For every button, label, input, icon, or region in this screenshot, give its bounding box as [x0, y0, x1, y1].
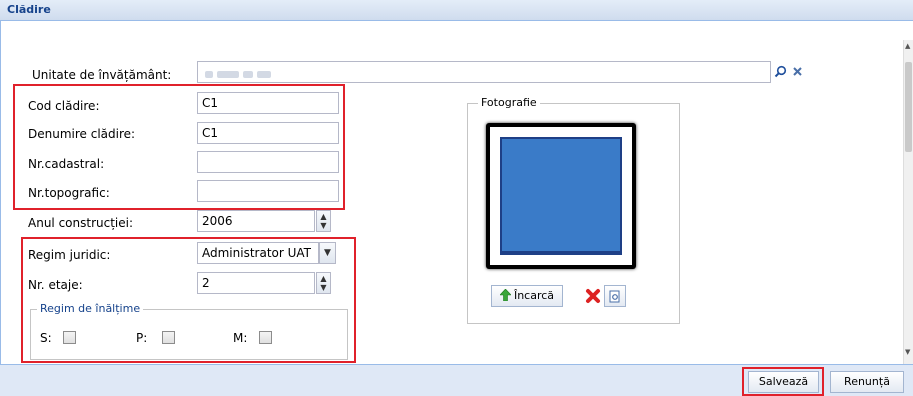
denumire-label: Denumire clădire: [28, 127, 136, 141]
delete-photo-button[interactable] [582, 285, 604, 307]
p-checkbox[interactable] [162, 331, 175, 344]
inaltime-legend: Regim de înălțime [37, 302, 144, 315]
etaje-input[interactable]: 2 [197, 272, 315, 294]
scroll-thumb[interactable] [905, 62, 912, 152]
etaje-label: Nr. etaje: [28, 278, 83, 292]
scroll-up-icon[interactable]: ▲ [905, 42, 910, 50]
topografic-label: Nr.topografic: [28, 186, 110, 200]
search-icon [774, 65, 787, 78]
m-label: M: [233, 331, 248, 345]
save-button[interactable]: Salvează [748, 371, 819, 393]
denumire-input[interactable]: C1 [197, 122, 339, 144]
etaje-spinner[interactable]: ▲ ▼ [316, 272, 331, 294]
regim-label: Regim juridic: [28, 248, 111, 262]
regim-select[interactable]: Administrator UAT [197, 242, 319, 264]
s-label: S: [40, 331, 52, 345]
cadastral-input[interactable] [197, 151, 339, 173]
unitate-search-button[interactable] [772, 61, 789, 83]
topografic-input[interactable] [197, 180, 339, 202]
cod-label: Cod clădire: [28, 99, 100, 113]
anul-label: Anul construcției: [28, 216, 134, 230]
unitate-value-blurred [205, 67, 290, 78]
upload-arrow-icon [499, 288, 512, 302]
s-checkbox[interactable] [63, 331, 76, 344]
scroll-down-icon[interactable]: ▼ [905, 348, 910, 356]
inaltime-fieldset [30, 309, 348, 360]
anul-spinner[interactable]: ▲ ▼ [316, 210, 331, 232]
cadastral-label: Nr.cadastral: [28, 157, 105, 171]
window-title: Clădire [7, 3, 51, 16]
unitate-clear-button[interactable] [790, 61, 804, 83]
preview-icon [609, 290, 620, 303]
cod-input[interactable]: C1 [197, 92, 339, 114]
photo-preview [486, 123, 636, 269]
regim-dropdown-button[interactable]: ▼ [319, 242, 336, 264]
m-checkbox[interactable] [259, 331, 272, 344]
upload-label: Încarcă [513, 289, 555, 302]
window-titlebar: Clădire [0, 0, 913, 21]
delete-icon [586, 289, 600, 303]
p-label: P: [136, 331, 148, 345]
vertical-scrollbar[interactable]: ▲ ▼ [903, 40, 913, 364]
cancel-button[interactable]: Renunță [830, 371, 904, 393]
upload-button[interactable]: Încarcă [491, 285, 563, 307]
photo-image [500, 137, 622, 255]
unitate-label: Unitate de învățământ: [32, 68, 172, 82]
view-photo-button[interactable] [604, 285, 626, 307]
anul-input[interactable]: 2006 [197, 210, 315, 232]
photo-legend: Fotografie [478, 96, 540, 109]
close-icon [792, 67, 802, 76]
